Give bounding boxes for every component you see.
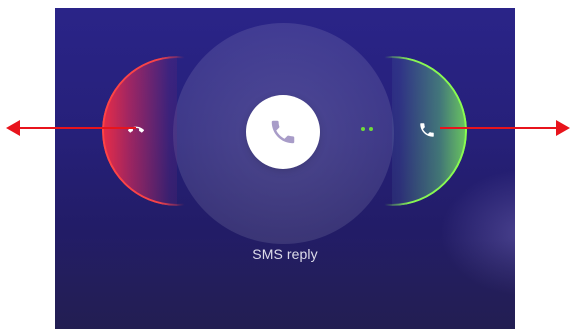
sms-reply-button[interactable]: SMS reply — [55, 246, 515, 262]
swipe-hint-dot — [361, 127, 365, 131]
left-arrow-head — [6, 120, 20, 136]
phone-icon — [420, 123, 434, 137]
phone-hangup-icon — [128, 126, 144, 133]
right-arrow-head — [556, 120, 570, 136]
swipe-hint-dot — [369, 127, 373, 131]
accept-zone-edge — [317, 56, 467, 206]
incoming-call-screen: SMS reply — [55, 8, 515, 329]
left-arrow-line — [18, 127, 136, 129]
swipe-hint-dots — [361, 127, 375, 133]
answer-call-button[interactable] — [246, 95, 320, 169]
right-arrow-line — [440, 127, 558, 129]
phone-icon — [271, 120, 295, 144]
reject-zone-edge — [102, 56, 252, 206]
stage: SMS reply — [0, 0, 576, 329]
